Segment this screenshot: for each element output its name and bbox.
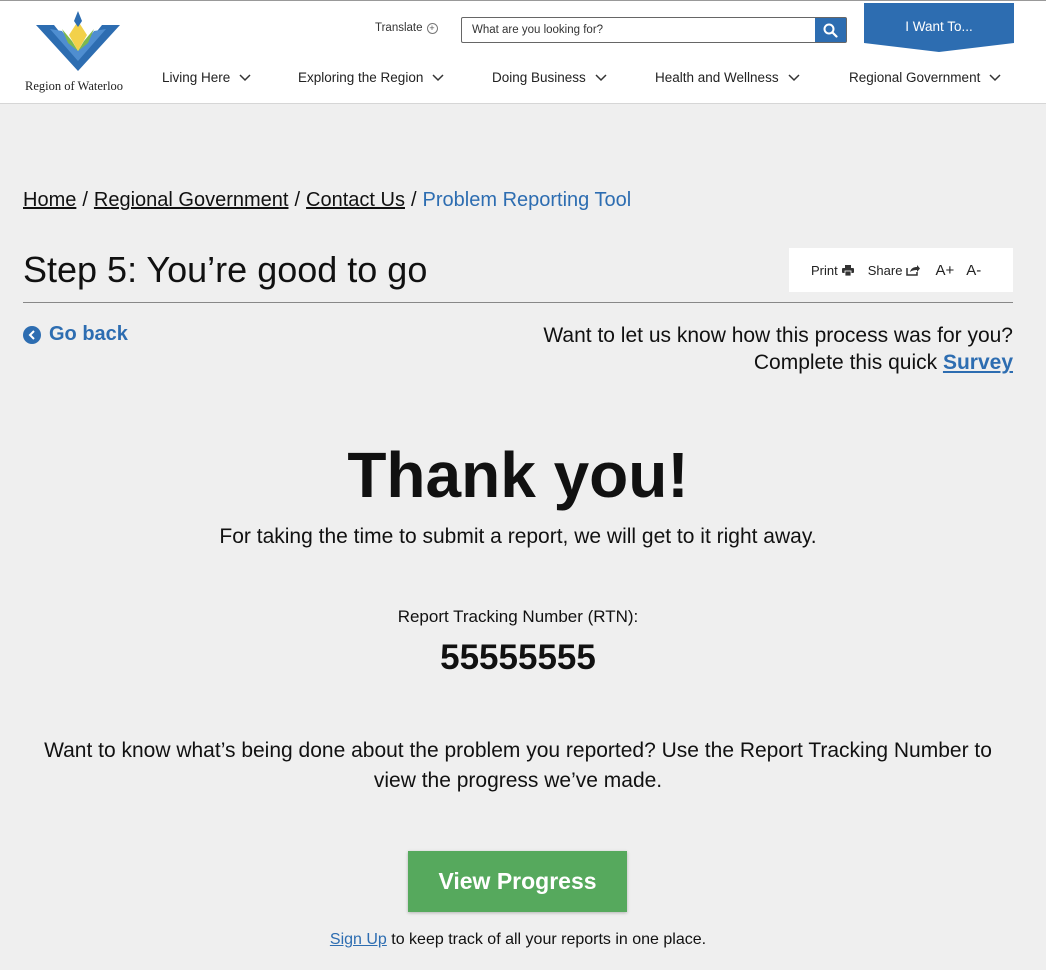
breadcrumb-home[interactable]: Home: [23, 189, 76, 211]
survey-message: Want to let us know how this process was…: [543, 322, 1013, 376]
translate-label: Translate: [375, 22, 423, 34]
font-decrease-button[interactable]: A-: [966, 262, 981, 279]
nav-label: Regional Government: [849, 70, 981, 85]
thank-you-subtext: For taking the time to submit a report, …: [219, 525, 817, 548]
i-want-to-button[interactable]: I Want To...: [864, 3, 1014, 53]
survey-line-2: Complete this quick Survey: [543, 349, 1013, 376]
breadcrumb-separator: /: [294, 189, 301, 211]
progress-message: Want to know what’s being done about the…: [44, 739, 992, 792]
breadcrumb-regional-government[interactable]: Regional Government: [94, 189, 289, 211]
nav-label: Exploring the Region: [298, 70, 424, 85]
site-header: Region of Waterloo Translate + I Want To…: [0, 0, 1046, 104]
print-button[interactable]: Print: [811, 263, 854, 278]
thank-you-heading: Thank you!: [347, 439, 689, 511]
printer-icon: [841, 264, 854, 276]
breadcrumb: Home / Regional Government / Contact Us / Prob…: [23, 189, 631, 212]
signup-link[interactable]: Sign Up: [330, 931, 387, 948]
region-logo[interactable]: Region of Waterloo: [22, 9, 132, 97]
search-icon: [823, 23, 838, 38]
survey-prompt: Complete this quick: [753, 351, 938, 374]
nav-item-regional-government[interactable]: Regional Government: [849, 70, 1001, 85]
nav-item-health-and-wellness[interactable]: Health and Wellness: [655, 70, 800, 85]
logo-icon: [36, 11, 120, 71]
translate-button[interactable]: Translate +: [375, 22, 438, 34]
go-back-label: Go back: [49, 323, 128, 345]
nav-label: Living Here: [162, 70, 231, 85]
nav-label: Doing Business: [492, 70, 586, 85]
breadcrumb-contact-us[interactable]: Contact Us: [306, 189, 405, 211]
page-title: Step 5: You’re good to go: [23, 249, 428, 290]
search-button[interactable]: [815, 18, 846, 42]
page-tools: Print Share A+ A-: [789, 248, 1013, 292]
share-icon: [906, 265, 921, 276]
breadcrumb-separator: /: [410, 189, 417, 211]
chevron-down-icon: [239, 73, 251, 81]
search-input[interactable]: [472, 21, 812, 39]
chevron-down-icon: [595, 73, 607, 81]
nav-item-living-here[interactable]: Living Here: [162, 70, 251, 85]
plus-circle-icon: +: [426, 22, 438, 34]
share-label: Share: [867, 262, 903, 278]
search-bar: [461, 17, 847, 43]
view-progress-button[interactable]: View Progress: [408, 851, 627, 912]
nav-label: Health and Wellness: [655, 70, 779, 85]
print-label: Print: [811, 262, 838, 278]
font-increase-button[interactable]: A+: [935, 262, 954, 279]
chevron-down-icon: [989, 73, 1001, 81]
rtn-value: 55555555: [440, 638, 596, 677]
nav-item-exploring-the-region[interactable]: Exploring the Region: [298, 70, 444, 85]
i-want-to-label: I Want To...: [905, 19, 973, 34]
chevron-down-icon: [432, 73, 444, 81]
survey-link[interactable]: Survey: [943, 351, 1013, 374]
rtn-label: Report Tracking Number (RTN):: [397, 607, 639, 626]
signup-message: Sign Up to keep track of all your report…: [0, 931, 1036, 949]
nav-item-doing-business[interactable]: Doing Business: [492, 70, 607, 85]
breadcrumb-separator: /: [82, 189, 88, 211]
go-back-link[interactable]: Go back: [23, 323, 128, 346]
share-button[interactable]: Share: [868, 263, 922, 278]
view-progress-label: View Progress: [438, 868, 597, 894]
breadcrumb-current: Problem Reporting Tool: [422, 189, 632, 211]
signup-text: to keep track of all your reports in one…: [386, 931, 707, 948]
chevron-left-circle-icon: [23, 325, 41, 344]
title-divider: [23, 302, 1013, 303]
chevron-down-icon: [788, 73, 800, 81]
logo-text: Region of Waterloo: [25, 79, 124, 93]
survey-line-1: Want to let us know how this process was…: [543, 324, 1013, 347]
